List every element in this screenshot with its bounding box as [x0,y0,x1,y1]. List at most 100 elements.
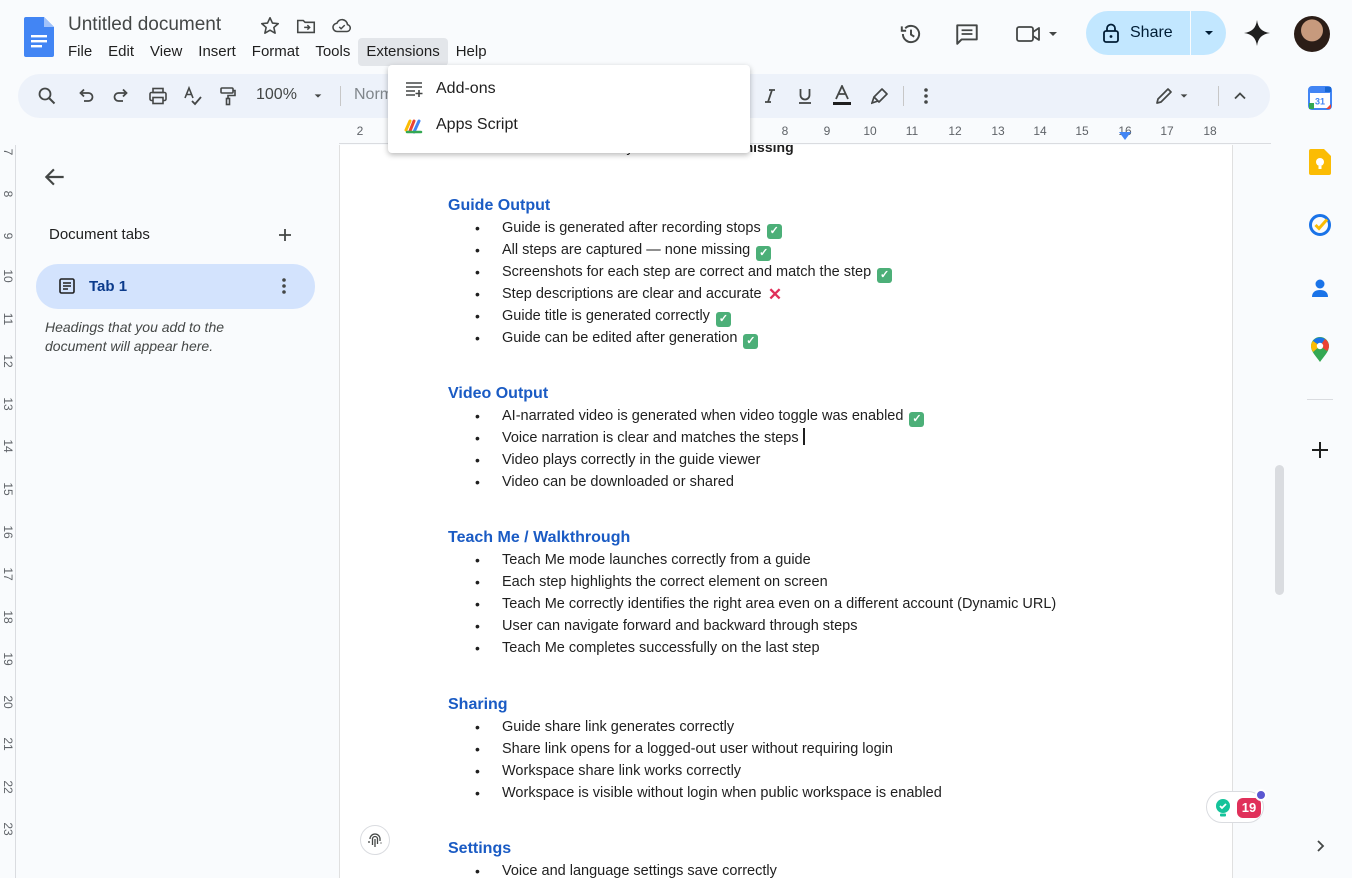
grammar-assistant-badge[interactable]: 19 [1206,789,1267,823]
underline-button[interactable] [794,85,816,107]
ruler-number: 10 [863,124,877,138]
contacts-app-button[interactable] [1307,275,1333,301]
highlight-color-button[interactable] [869,85,891,107]
more-options-button[interactable] [915,85,937,107]
list-item[interactable]: Voice and language settings save correct… [448,860,777,878]
list-item[interactable]: User can navigate forward and backward t… [448,615,1056,637]
underline-icon [799,89,811,104]
undo-button[interactable] [75,85,97,107]
menu-item-apps-script[interactable]: Apps Script [388,107,750,143]
text-color-button[interactable] [831,85,853,107]
menu-extensions[interactable]: Extensions [358,38,448,66]
expand-side-panel-button[interactable] [1307,833,1333,859]
comments-button[interactable] [950,17,984,51]
section-heading[interactable]: Teach Me / Walkthrough [448,527,1056,549]
hide-menus-button[interactable] [1229,85,1251,107]
menu-help[interactable]: Help [448,38,495,66]
list-item[interactable]: Guide share link generates correctly [448,716,942,738]
list-item[interactable]: AI-narrated video is generated when vide… [448,405,925,427]
list-item[interactable]: Video can be downloaded or shared [448,471,924,493]
menu-item-add-ons[interactable]: Add-ons [388,71,750,107]
list-item-text: Workspace share link works correctly [502,763,742,779]
bullet-list: Teach Me mode launches correctly from a … [448,549,1056,659]
star-icon[interactable] [259,15,281,37]
right-indent-marker[interactable] [1119,132,1131,142]
redo-icon [113,88,128,102]
meet-button[interactable] [1010,17,1064,51]
list-item[interactable]: Workspace share link works correctly [448,760,942,782]
cloud-saved-icon[interactable] [331,15,353,37]
list-item[interactable]: Guide title is generated correctly ✓ [448,305,892,327]
list-item-text: Video can be downloaded or shared [502,474,734,490]
ruler-number: 12 [1,354,15,368]
document-icon [59,278,75,294]
check-mark-icon: ✓ [756,246,772,261]
maps-app-button[interactable] [1307,337,1333,363]
list-item[interactable]: Step descriptions are clear and accurate… [448,283,892,305]
vertical-ruler[interactable]: 7 8 9 10 11 12 13 14 15 16 17 18 19 20 2… [0,145,16,878]
gemini-icon[interactable] [1243,19,1271,47]
list-item[interactable]: Guide is generated after recording stops… [448,217,892,239]
lock-icon [1103,23,1119,43]
account-avatar[interactable] [1294,16,1330,52]
print-button[interactable] [147,85,169,107]
document-title[interactable]: Untitled document [68,14,221,36]
list-item[interactable]: All steps are captured — none missing ✓ [448,239,892,261]
ruler-number: 11 [905,124,919,138]
paint-format-icon [220,87,236,106]
zoom-select[interactable]: 100% [256,86,297,104]
text-cursor [802,428,805,445]
paragraph-style-select[interactable]: Normal text [354,86,390,104]
list-item[interactable]: Teach Me correctly identifies the right … [448,593,1056,615]
version-history-button[interactable] [894,17,928,51]
list-item[interactable]: Video plays correctly in the guide viewe… [448,449,924,471]
italic-button[interactable] [759,85,781,107]
document-tab-1[interactable]: Tab 1 [36,264,315,309]
list-item[interactable]: Teach Me mode launches correctly from a … [448,549,1056,571]
menu-tools[interactable]: Tools [307,38,358,66]
list-item[interactable]: Teach Me completes successfully on the l… [448,637,1056,659]
chevron-right-icon [1317,840,1325,852]
ruler-number: 13 [1,397,15,411]
list-item[interactable]: Voice narration is clear and matches the… [448,427,924,449]
add-tab-icon[interactable] [274,224,296,246]
paint-format-button[interactable] [217,85,239,107]
docs-logo-icon[interactable] [24,17,54,57]
ruler-number: 23 [1,822,15,836]
check-mark-icon: ✓ [877,268,893,283]
tasks-app-button[interactable] [1307,212,1333,238]
list-item[interactable]: Share link opens for a logged-out user w… [448,738,942,760]
menu-file[interactable]: File [60,38,100,66]
menu-format[interactable]: Format [244,38,308,66]
share-button[interactable]: Share [1086,11,1190,55]
section-heading[interactable]: Guide Output [448,195,892,217]
list-item[interactable]: Guide can be edited after generation ✓ [448,327,892,349]
fingerprint-icon[interactable] [360,825,390,855]
more-vert-icon[interactable] [274,276,294,296]
list-item-text: Guide title is generated correctly [502,308,710,324]
list-item[interactable]: Screenshots for each step are correct an… [448,261,893,283]
section-heading[interactable]: Settings [448,838,777,860]
menu-view[interactable]: View [142,38,190,66]
keep-app-button[interactable] [1307,149,1333,175]
editing-mode-button[interactable] [1150,85,1194,107]
document-page[interactable]: works correctly - The feature is missing… [339,145,1233,878]
redo-button[interactable] [110,85,132,107]
section-heading[interactable]: Sharing [448,694,942,716]
menu-insert[interactable]: Insert [190,38,244,66]
list-item[interactable]: Workspace is visible without login when … [448,782,942,804]
menu-edit[interactable]: Edit [100,38,142,66]
move-folder-icon[interactable] [295,15,317,37]
list-item[interactable]: Each step highlights the correct element… [448,571,1056,593]
spellcheck-button[interactable] [182,85,204,107]
get-add-ons-button[interactable] [1307,437,1333,463]
add-ons-icon [406,82,423,97]
share-options-button[interactable] [1191,11,1226,55]
calendar-app-button[interactable]: 31 [1307,85,1333,111]
section-heading[interactable]: Video Output [448,383,924,405]
back-arrow-icon[interactable] [42,164,68,190]
menu-item-label: Apps Script [436,116,518,133]
scrollbar-thumb[interactable] [1275,465,1284,595]
check-mark-icon: ✓ [766,224,782,239]
search-menus-button[interactable] [36,85,58,107]
